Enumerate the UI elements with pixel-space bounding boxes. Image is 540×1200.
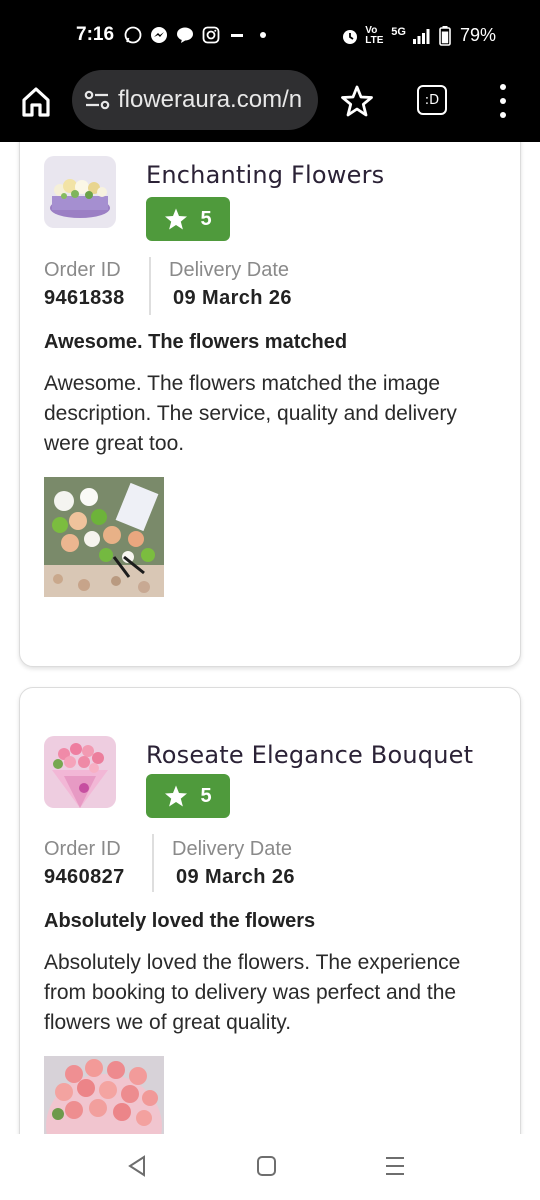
dot-icon [254,26,272,44]
rating-badge: 5 [146,774,230,818]
recents-icon [386,1157,404,1175]
site-settings-icon[interactable] [84,88,110,112]
order-id-value: 9461838 [44,287,125,309]
status-bar: 7:16 Vo LTE 5G 79% [0,0,540,70]
signal-icon [412,27,430,45]
flower-arrangement-image [44,156,116,228]
menu-dot [500,84,506,90]
star-icon [165,208,188,230]
review-body: Awesome. The flowers matched the image d… [44,372,457,455]
product-thumbnail[interactable] [44,156,116,228]
delivery-date-value: 09 March 26 [176,866,295,888]
order-id-label: Order ID [44,259,121,281]
review-body: Absolutely loved the flowers. The experi… [44,951,461,1034]
bookmark-button[interactable] [340,84,374,118]
square-home-icon [257,1156,276,1176]
delivery-date-label: Delivery Date [169,259,290,281]
battery-percent: 79% [459,25,496,45]
volte-icon: Vo LTE [365,24,384,46]
meta-divider [152,834,154,892]
messenger-icon [150,26,168,44]
tab-switcher-button[interactable]: :D [417,85,447,115]
meta-divider [149,257,151,315]
notification-icons [124,26,272,44]
whatsapp-icon [124,26,142,44]
back-button[interactable] [126,1154,148,1183]
star-icon [341,85,373,117]
review-title: Awesome. The flowers matched [44,331,348,353]
rating-value: 5 [200,784,212,807]
more-menu-button[interactable] [496,84,510,118]
delivery-date-value: 09 March 26 [173,287,292,309]
delivery-date-label: Delivery Date [172,838,293,860]
review-card: Enchanting Flowers 5 Order ID 9461838 De… [19,142,521,667]
home-nav-button[interactable] [256,1154,278,1183]
home-icon [22,87,50,117]
star-icon [165,785,188,807]
battery-icon [436,25,454,46]
reviews-list[interactable]: Enchanting Flowers 5 Order ID 9461838 De… [0,142,540,1134]
review-card: Roseate Elegance Bouquet 5 Order ID 9460… [19,687,521,1134]
menu-dot [500,98,506,104]
order-id-label: Order ID [44,838,121,860]
rose-bouquet-image [44,736,116,808]
rating-value: 5 [200,207,212,230]
menu-dot [500,112,506,118]
product-thumbnail[interactable] [44,736,116,808]
network-type: 5G [391,25,406,38]
chat-icon [176,26,194,44]
url-text: floweraura.com/n [118,86,303,113]
order-id-value: 9460827 [44,866,125,888]
review-photo[interactable] [44,477,164,597]
browser-toolbar: floweraura.com/n :D [0,70,540,142]
review-photo[interactable] [44,1056,164,1134]
customer-photo-image [44,477,164,597]
product-name[interactable]: Roseate Elegance Bouquet [146,741,473,769]
product-name[interactable]: Enchanting Flowers [146,161,384,189]
sim-icon [228,26,246,44]
customer-photo-image [44,1056,164,1134]
rating-badge: 5 [146,197,230,241]
system-navigation-bar [0,1134,540,1200]
address-bar[interactable]: floweraura.com/n [72,70,318,130]
status-time: 7:16 [76,24,115,45]
instagram-icon [202,26,220,44]
back-icon [128,1155,145,1177]
alarm-icon [341,27,359,45]
review-title: Absolutely loved the flowers [44,910,316,932]
recents-button[interactable] [384,1154,406,1183]
home-button[interactable] [18,84,54,120]
system-status: Vo LTE 5G 79% [341,25,496,46]
